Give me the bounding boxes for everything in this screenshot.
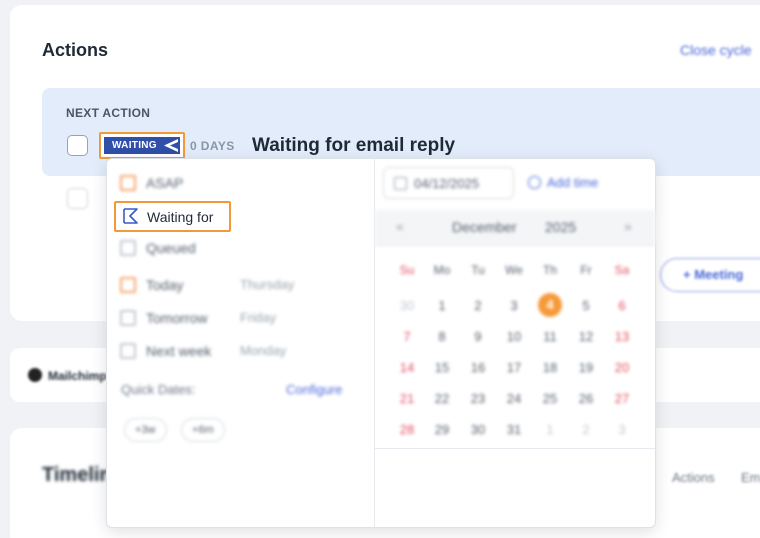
calendar-day[interactable]: 6 (610, 298, 634, 313)
mailchimp-item[interactable]: Mailchimp (28, 368, 107, 383)
calendar-day[interactable]: 3 (610, 422, 634, 437)
option-queued[interactable]: Queued (120, 240, 196, 262)
calendar-day[interactable]: 16 (466, 360, 490, 375)
date-value: 04/12/2025 (414, 176, 480, 191)
waiting-flag-icon (123, 208, 138, 224)
days-counter: 0 DAYS (190, 139, 235, 153)
close-cycle-link[interactable]: Close cycle (680, 42, 752, 58)
option-tomorrow[interactable]: Tomorrow Friday (120, 310, 276, 332)
calendar-day[interactable]: 29 (430, 422, 454, 437)
calendar-day[interactable]: 10 (502, 329, 526, 344)
status-tag-label: WAITING (112, 140, 157, 151)
calendar-day[interactable]: 7 (395, 329, 419, 344)
calendar-day[interactable]: 11 (538, 329, 562, 344)
calendar-day-today[interactable]: 4 (538, 293, 562, 317)
option-tomorrow-label: Tomorrow (146, 310, 208, 326)
calendar-month[interactable]: December (452, 219, 517, 235)
next-action-checkbox[interactable] (67, 135, 88, 156)
plus-circle-icon (528, 176, 541, 189)
calendar-day[interactable]: 18 (538, 360, 562, 375)
action-title: Waiting for email reply (252, 135, 456, 156)
calendar-day[interactable]: 31 (502, 422, 526, 437)
mailchimp-icon (28, 368, 42, 382)
actions-title: Actions (42, 40, 109, 60)
asap-icon (120, 175, 136, 191)
calendar-day[interactable]: 24 (502, 391, 526, 406)
weekday-label: Th (542, 263, 557, 277)
next-month-button[interactable]: » (624, 218, 632, 234)
calendar-day[interactable]: 5 (574, 298, 598, 313)
option-waiting-for-label: Waiting for (147, 209, 214, 225)
option-today-day: Thursday (240, 277, 295, 292)
option-next-week[interactable]: Next week Monday (120, 343, 286, 365)
calendar-divider (375, 448, 655, 449)
mailchimp-label: Mailchimp (48, 369, 107, 383)
today-icon (120, 277, 136, 293)
calendar-day[interactable]: 12 (574, 329, 598, 344)
add-time-button[interactable]: Add time (528, 175, 598, 190)
chip-6m[interactable]: +6m (181, 418, 225, 442)
calendar-day[interactable]: 30 (395, 298, 419, 313)
calendar-day[interactable]: 2 (574, 422, 598, 437)
option-queued-label: Queued (146, 240, 196, 256)
calendar-day[interactable]: 28 (395, 422, 419, 437)
status-tag[interactable]: WAITING (104, 137, 180, 154)
calendar-day[interactable]: 21 (395, 391, 419, 406)
weekday-label: We (505, 263, 523, 277)
calendar-icon (394, 177, 407, 190)
configure-link[interactable]: Configure (286, 382, 342, 397)
option-waiting-for[interactable]: Waiting for (121, 207, 213, 225)
waiting-flag-icon (164, 139, 178, 152)
weekday-label: Mo (433, 263, 451, 277)
tab-em[interactable]: Em (741, 470, 760, 485)
calendar-day[interactable]: 8 (430, 329, 454, 344)
calendar-day[interactable]: 14 (395, 360, 419, 375)
option-asap[interactable]: ASAP (120, 175, 183, 197)
option-today-label: Today (146, 277, 184, 293)
calendar-day[interactable]: 2 (466, 298, 490, 313)
add-time-label: Add time (547, 175, 599, 190)
weekday-label: Su (399, 263, 415, 277)
action-checkbox[interactable] (67, 188, 88, 209)
calendar-day[interactable]: 26 (574, 391, 598, 406)
calendar-day[interactable]: 1 (538, 422, 562, 437)
calendar-day[interactable]: 15 (430, 360, 454, 375)
add-meeting-button[interactable]: + Meeting (660, 258, 760, 292)
option-tomorrow-day: Friday (240, 310, 277, 325)
calendar-year[interactable]: 2025 (545, 219, 576, 235)
calendar-day[interactable]: 1 (430, 298, 454, 313)
weekday-label: Tu (471, 263, 485, 277)
next-week-icon (120, 343, 136, 359)
quick-dates-label: Quick Dates: (121, 382, 196, 397)
next-action-label: NEXT ACTION (66, 106, 151, 120)
calendar-day[interactable]: 9 (466, 329, 490, 344)
calendar-day[interactable]: 3 (502, 298, 526, 313)
weekday-label: Sa (614, 263, 630, 277)
prev-month-button[interactable]: « (396, 218, 404, 234)
queued-icon (120, 240, 136, 256)
calendar-day[interactable]: 23 (466, 391, 490, 406)
calendar-day[interactable]: 19 (574, 360, 598, 375)
calendar-day[interactable]: 27 (610, 391, 634, 406)
chip-3w[interactable]: +3w (124, 418, 167, 442)
calendar-day[interactable]: 17 (502, 360, 526, 375)
option-asap-label: ASAP (146, 175, 184, 191)
calendar-day[interactable]: 20 (610, 360, 634, 375)
option-today[interactable]: Today Thursday (120, 277, 294, 299)
tomorrow-icon (120, 310, 136, 326)
tab-actions[interactable]: Actions (672, 470, 715, 485)
calendar-day[interactable]: 13 (610, 329, 634, 344)
calendar-day[interactable]: 22 (430, 391, 454, 406)
calendar-day[interactable]: 25 (538, 391, 562, 406)
date-input[interactable]: 04/12/2025 (383, 167, 514, 199)
weekday-label: Fr (580, 263, 592, 277)
option-next-week-day: Monday (240, 343, 287, 358)
calendar-day[interactable]: 30 (466, 422, 490, 437)
option-next-week-label: Next week (146, 343, 212, 359)
